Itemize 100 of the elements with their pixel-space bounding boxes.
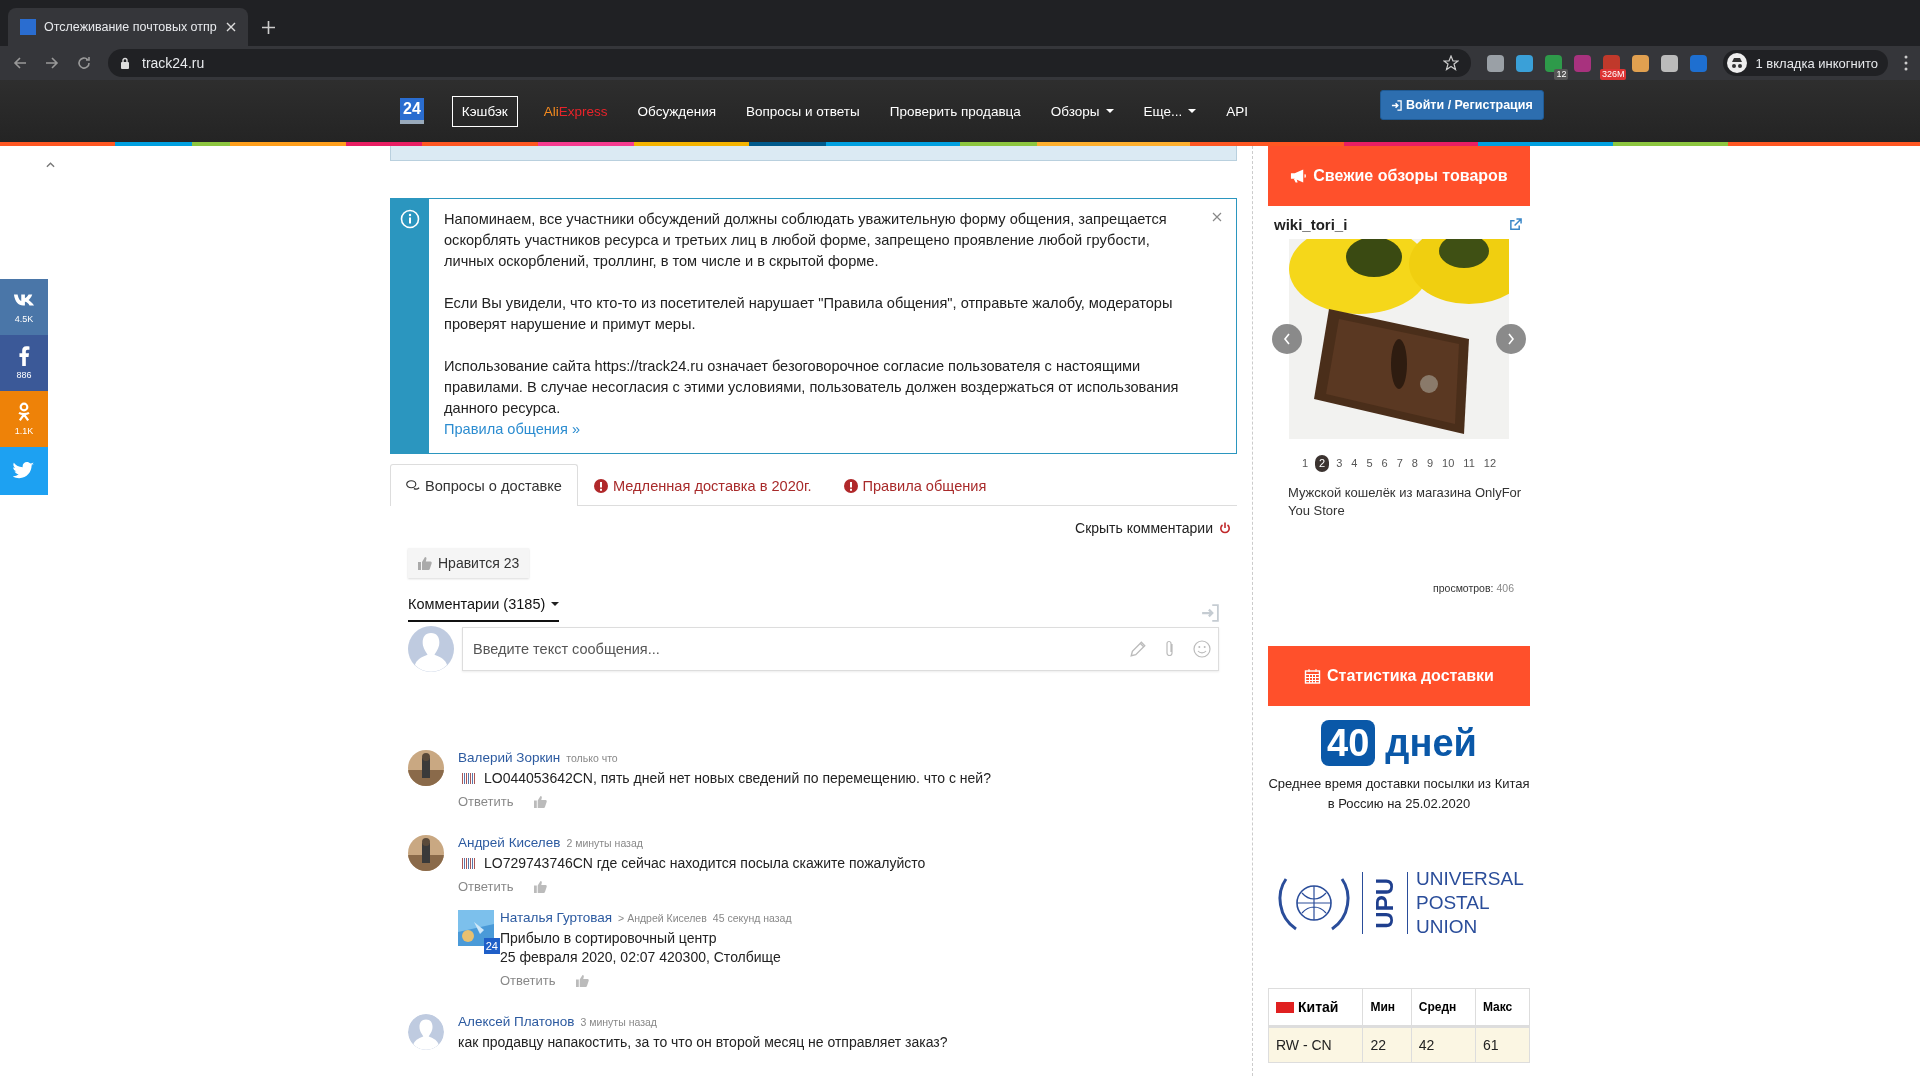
table-cell: 22	[1362, 1026, 1412, 1063]
comment-text: Прибыло в сортировочный центр	[500, 930, 717, 946]
avatar-icon	[408, 626, 454, 672]
nav-link[interactable]: Обзоры	[1050, 103, 1114, 119]
incognito-icon	[1727, 53, 1748, 73]
nav-link[interactable]: Обсуждения	[637, 103, 717, 119]
share-button[interactable]	[0, 447, 48, 495]
comment-author[interactable]: Андрей Киселев	[458, 835, 561, 850]
table-cell: 61	[1475, 1026, 1530, 1063]
power-icon	[1219, 522, 1231, 534]
logo-text: UNION	[1416, 915, 1479, 939]
page-link[interactable]: 5	[1364, 455, 1375, 472]
site-badge: 24	[483, 938, 500, 954]
chevron-left-icon	[1283, 333, 1291, 345]
extension-icon[interactable]	[1632, 54, 1650, 72]
like-button[interactable]: Нравится 23	[408, 548, 530, 578]
address-bar[interactable]: track24.ru	[108, 49, 1472, 77]
bookmark-star-icon[interactable]	[1443, 55, 1460, 71]
site-logo[interactable]: 24	[400, 98, 424, 124]
page-link[interactable]: 2	[1315, 455, 1330, 472]
page-link[interactable]: 10	[1440, 455, 1457, 472]
extension-icon[interactable]	[1516, 54, 1534, 72]
days-label: дней	[1385, 721, 1477, 765]
extension-badge: 326M	[1599, 68, 1627, 80]
nav-link[interactable]: API	[1226, 103, 1249, 119]
reply-link[interactable]: Ответить	[458, 879, 514, 894]
nav-link[interactable]: Кэшбэк	[451, 95, 518, 127]
comment-time: 3 минуты назад	[580, 1016, 657, 1028]
comment-author[interactable]: Алексей Платонов	[458, 1014, 575, 1029]
exclamation-icon	[594, 478, 608, 493]
notice-text: Использование сайта https://track24.ru означает безоговорочное согласие пользователя с настоящими правилами. В случае несогласия с этими условиями, пользователь должен воздержаться от использования данного ресурса.	[444, 357, 1180, 418]
nav-link[interactable]: AliExpress	[543, 103, 608, 119]
review-caption[interactable]: Мужской кошелёк из магазина OnlyFor You Store	[1288, 484, 1530, 520]
next-button[interactable]	[1496, 324, 1526, 354]
page-link[interactable]: 12	[1481, 455, 1498, 472]
thumbs-up-icon[interactable]	[533, 880, 547, 893]
extension-icon[interactable]	[1661, 54, 1679, 72]
page-link[interactable]: 11	[1461, 455, 1477, 472]
back-icon[interactable]	[12, 55, 28, 71]
twitter-icon	[13, 461, 35, 481]
message-input[interactable]: Введите текст сообщения...	[462, 627, 1219, 671]
nav-link[interactable]: Проверить продавца	[889, 103, 1021, 119]
incognito-button[interactable]: 1 вкладка инкогнито	[1723, 50, 1888, 76]
login-button[interactable]: Войти / Регистрация	[1380, 90, 1544, 120]
views-count: 406	[1496, 582, 1514, 594]
new-tab-icon[interactable]	[262, 21, 275, 34]
table-cell: RW - CN	[1268, 1026, 1363, 1063]
menu-icon[interactable]	[1904, 55, 1908, 71]
thumbs-up-icon[interactable]	[575, 974, 589, 987]
page-link[interactable]: 4	[1349, 455, 1360, 472]
chevron-up-icon[interactable]	[46, 162, 55, 168]
nav-link[interactable]: Еще...	[1143, 103, 1197, 119]
views-label: просмотров:	[1433, 582, 1494, 594]
flag-icon	[1276, 1002, 1294, 1013]
browser-tab[interactable]: Отслеживание почтовых отпр	[8, 8, 248, 46]
notice-text: Если Вы увидели, что кто-то из посетителей нарушает "Правила общения", отправьте жалобу, модераторы проверят нарушение и примут меры.	[444, 294, 1174, 334]
reply-link[interactable]: Ответить	[458, 794, 514, 809]
megaphone-icon	[1290, 168, 1308, 184]
calendar-icon	[1304, 668, 1322, 684]
logo-acronym: UPU	[1371, 877, 1399, 929]
lock-icon	[120, 57, 130, 69]
chat-icon	[406, 478, 420, 493]
forward-icon[interactable]	[44, 55, 60, 71]
comments-sort-dropdown[interactable]: Комментарии (3185)	[408, 596, 560, 622]
chevron-right-icon	[1507, 333, 1515, 345]
rules-link[interactable]: Правила общения »	[444, 421, 581, 437]
page-link[interactable]: 8	[1409, 455, 1420, 472]
table-cell: 42	[1411, 1026, 1476, 1063]
url-text: track24.ru	[142, 55, 206, 71]
share-button[interactable]: 4.5K	[0, 279, 48, 335]
tab[interactable]: Правила общения	[827, 464, 1003, 506]
reply-link[interactable]: Ответить	[500, 973, 556, 988]
logo-text: POSTAL	[1416, 891, 1491, 915]
page-link[interactable]: 1	[1299, 455, 1311, 472]
comment-author[interactable]: Валерий Зоркин	[458, 750, 561, 765]
share-button[interactable]: 886	[0, 335, 48, 391]
comment-time: 2 минуты назад	[566, 837, 643, 849]
hide-comments-link[interactable]: Скрыть комментарии	[1075, 520, 1231, 536]
nav-link[interactable]: Вопросы и ответы	[746, 103, 860, 119]
tab[interactable]: Медленная доставка в 2020г.	[578, 464, 828, 506]
comment-time: только что	[566, 752, 618, 764]
extension-icon[interactable]	[1545, 54, 1563, 72]
page-link[interactable]: 3	[1334, 455, 1345, 472]
share-count: 1.1K	[14, 426, 34, 436]
extension-icon[interactable]	[1487, 54, 1505, 72]
external-link-icon[interactable]	[1509, 218, 1522, 231]
comment-text: LO729743746CN где сейчас находится посыла скажите пожалуйсто	[484, 855, 926, 871]
page-link[interactable]: 6	[1379, 455, 1390, 472]
info-icon	[400, 209, 420, 229]
comment-author[interactable]: Наталья Гуртовая	[500, 910, 613, 925]
section-header: Свежие обзоры товаров	[1268, 146, 1530, 206]
thumbs-up-icon[interactable]	[533, 795, 547, 808]
page-link[interactable]: 7	[1394, 455, 1405, 472]
comment-time: 45 секунд назад	[712, 912, 792, 924]
sign-in-icon	[1391, 99, 1402, 111]
tab[interactable]: Вопросы о доставке	[390, 464, 578, 506]
review-author[interactable]: wiki_tori_i	[1274, 216, 1348, 233]
previous-button[interactable]	[1272, 324, 1302, 354]
page-link[interactable]: 9	[1424, 455, 1436, 472]
reload-icon[interactable]	[76, 55, 92, 71]
